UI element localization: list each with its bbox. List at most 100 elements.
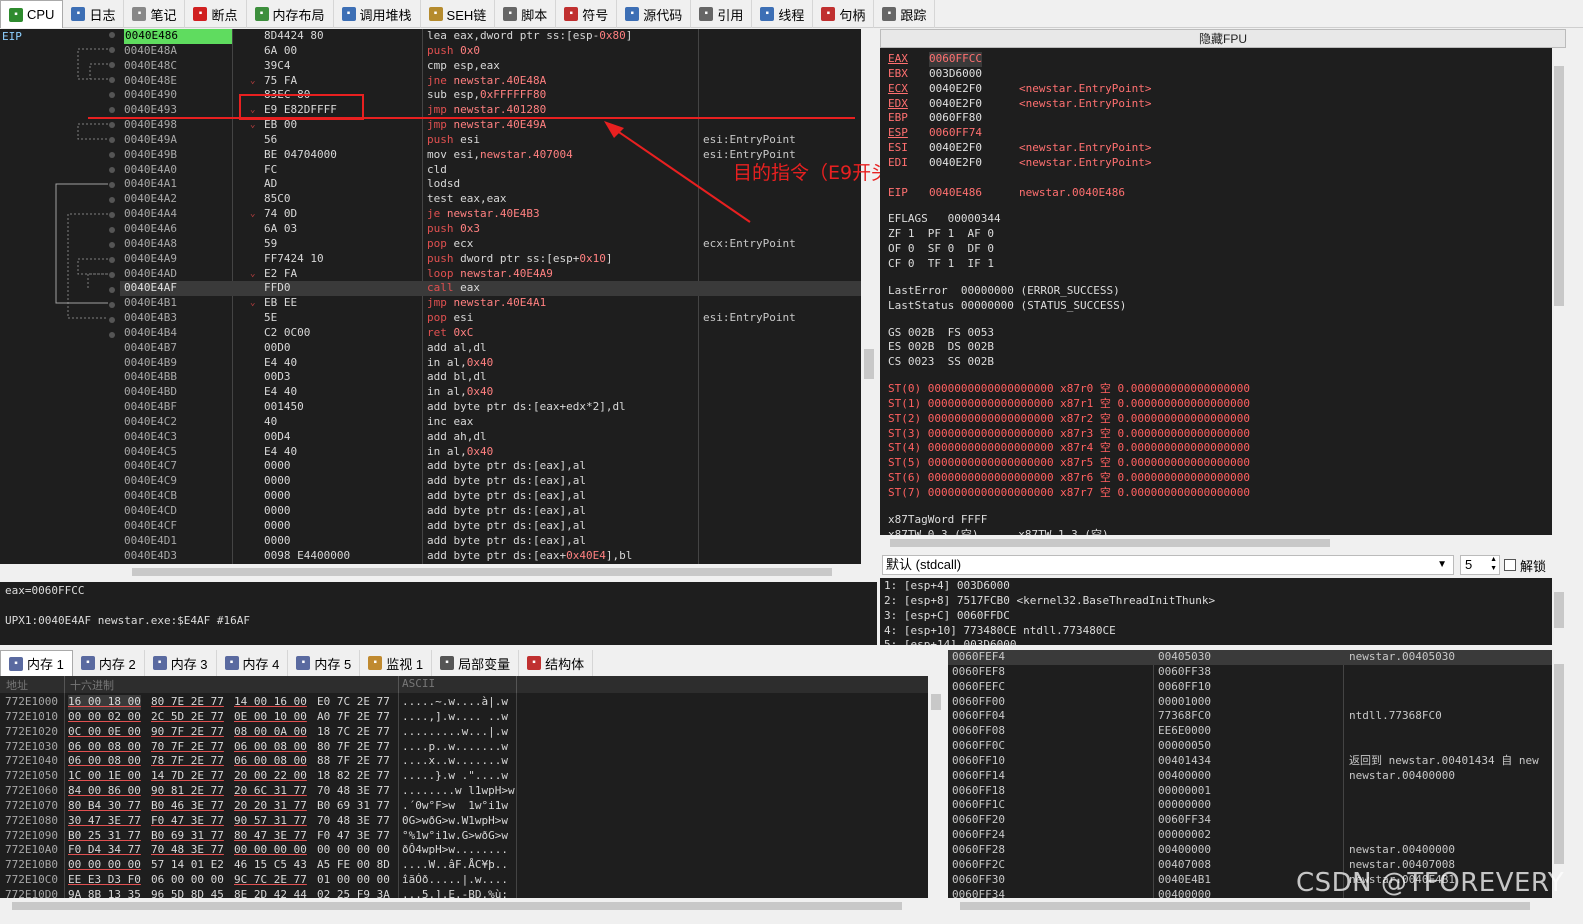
stack-row[interactable]: 0060FF24 00000002 xyxy=(948,828,1552,843)
fpu-st-row[interactable]: ST(5) 0000000000000000000 x87r5 空 0.0000… xyxy=(888,456,1552,471)
stack-row[interactable]: 0060FEF8 0060FF38 xyxy=(948,665,1552,680)
stack-row[interactable]: 0060FF18 00000001 xyxy=(948,784,1552,799)
disasm-row[interactable]: 0040E4A2 85C0 test eax,eax xyxy=(120,192,861,207)
dump-row[interactable]: 772E1080 30 47 3E 77 F0 47 3E 77 90 57 31 7… xyxy=(0,814,928,829)
register-row[interactable]: EAX 0060FFCC xyxy=(888,52,1552,67)
dump-row[interactable]: 772E1070 80 B4 30 77 B0 46 3E 77 20 20 31 7… xyxy=(0,799,928,814)
disasm-row[interactable]: 0040E4BD E4 40 in al,0x40 xyxy=(120,385,861,400)
segment-row[interactable]: CS 0023 SS 002B xyxy=(888,355,1552,370)
dump-row[interactable]: 772E1060 84 00 86 00 90 81 2E 77 20 6C 31 7… xyxy=(0,784,928,799)
disasm-row[interactable]: 0040E4AF FFD0 call eax xyxy=(120,281,861,297)
callconv-select[interactable]: 默认 (stdcall) ▼ xyxy=(882,555,1454,575)
mem-tab-6[interactable]: ▪ 局部变量 xyxy=(432,650,520,676)
fpu-st-row[interactable]: ST(2) 0000000000000000000 x87r2 空 0.0000… xyxy=(888,412,1552,427)
dump-row[interactable]: 772E1040 06 00 08 00 78 7F 2E 77 06 00 08 0… xyxy=(0,754,928,769)
disasm-row[interactable]: 0040E48A 6A 00 push 0x0 xyxy=(120,44,861,59)
stack-row[interactable]: 0060FF04 77368FC0 ntdll.77368FC0 xyxy=(948,709,1552,724)
tagword-row[interactable]: x87TagWord FFFF xyxy=(888,513,1552,528)
mem-tab-1[interactable]: ▪ 内存 2 xyxy=(73,650,145,676)
arg-count-spinner[interactable]: 5 ▲ ▼ xyxy=(1460,555,1500,575)
argument-row[interactable]: 5: [esp+14] 003D6000 xyxy=(884,638,1552,645)
disasm-row[interactable]: 0040E4B9 E4 40 in al,0x40 xyxy=(120,356,861,371)
disasm-row[interactable]: 0040E4C3 00D4 add ah,dl xyxy=(120,430,861,445)
disasm-hscrollbar[interactable] xyxy=(120,564,861,580)
dump-row[interactable]: 772E1020 0C 00 0E 00 90 7F 2E 77 08 00 0A 0… xyxy=(0,725,928,740)
disasm-row[interactable]: 0040E4D1 0000 add byte ptr ds:[eax],al xyxy=(120,534,861,549)
disasm-row[interactable]: 0040E498 EB 00 jmp newstar.40E49A ⌄ xyxy=(120,118,861,133)
disasm-row[interactable]: 0040E4A6 6A 03 push 0x3 xyxy=(120,222,861,237)
argument-row[interactable]: 2: [esp+8] 7517FCB0 <kernel32.BaseThread… xyxy=(884,594,1552,609)
dump-row[interactable]: 772E1010 00 00 02 00 2C 5D 2E 77 0E 00 10 0… xyxy=(0,710,928,725)
disasm-row[interactable]: 0040E48E 75 FA jne newstar.40E48A ⌄ xyxy=(120,74,861,89)
spinner-arrows-icon[interactable]: ▲ ▼ xyxy=(1490,555,1497,573)
mem-tab-5[interactable]: ▪ 监视 1 xyxy=(360,650,433,676)
mem-tab-2[interactable]: ▪ 内存 3 xyxy=(145,650,217,676)
flags-row[interactable]: ZF 1 PF 1 AF 0 xyxy=(888,227,1552,242)
disasm-row[interactable]: 0040E486 8D4424 80 lea eax,dword ptr ss:[e… xyxy=(120,29,861,44)
dump-row[interactable]: 772E10C0 EE E3 D3 F0 06 00 00 00 9C 7C 2E 7… xyxy=(0,873,928,888)
tab-2[interactable]: ▪ 笔记 xyxy=(124,0,186,28)
disasm-row[interactable]: 0040E48C 39C4 cmp esp,eax xyxy=(120,59,861,74)
flags-row[interactable]: CF 0 TF 1 IF 1 xyxy=(888,257,1552,272)
stack-row[interactable]: 0060FEFC 0060FF10 xyxy=(948,680,1552,695)
register-row[interactable]: EDX 0040E2F0 <newstar.EntryPoint> xyxy=(888,97,1552,112)
tab-7[interactable]: ▪ 脚本 xyxy=(495,0,557,28)
disasm-row[interactable]: 0040E4BB 00D3 add bl,dl xyxy=(120,370,861,385)
disasm-row[interactable]: 0040E490 83EC 80 sub esp,0xFFFFFF80 xyxy=(120,88,861,103)
disasm-row[interactable]: 0040E4CF 0000 add byte ptr ds:[eax],al xyxy=(120,519,861,534)
disassembly-view[interactable]: 0040E486 8D4424 80 lea eax,dword ptr ss:[e… xyxy=(120,29,861,564)
disasm-row[interactable]: 0040E4A9 FF7424 10 push dword ptr ss:[esp+… xyxy=(120,252,861,267)
disasm-row[interactable]: 0040E4A8 59 pop ecx ecx:EntryPoint xyxy=(120,237,861,252)
tab-9[interactable]: ▪ 源代码 xyxy=(617,0,692,28)
disasm-row[interactable]: 0040E4C9 0000 add byte ptr ds:[eax],al xyxy=(120,474,861,489)
stack-hscrollbar[interactable] xyxy=(948,898,1552,914)
stack-row[interactable]: 0060FEF4 00405030 newstar.00405030 xyxy=(948,650,1552,665)
disasm-row[interactable]: 0040E4B4 C2 0C00 ret 0xC xyxy=(120,326,861,341)
fpu-st-row[interactable]: ST(7) 0000000000000000000 x87r7 空 0.0000… xyxy=(888,486,1552,501)
regs-vscrollbar[interactable] xyxy=(1552,48,1566,535)
disasm-row[interactable]: 0040E4B3 5E pop esi esi:EntryPoint xyxy=(120,311,861,326)
arguments-view[interactable]: 1: [esp+4] 003D6000 2: [esp+8] 7517FCB0 <… xyxy=(880,578,1552,645)
register-row[interactable]: ESP 0060FF74 xyxy=(888,126,1552,141)
register-row[interactable]: EDI 0040E2F0 <newstar.EntryPoint> xyxy=(888,156,1552,171)
fpu-st-row[interactable]: ST(3) 0000000000000000000 x87r3 空 0.0000… xyxy=(888,427,1552,442)
mem-tab-0[interactable]: ▪ 内存 1 xyxy=(0,650,73,676)
disasm-vscrollbar[interactable] xyxy=(861,29,877,564)
tagword-detail-row[interactable]: x87TW_0 3 (空) x87TW_1 3 (空) xyxy=(888,528,1552,535)
tab-6[interactable]: ▪ SEH链 xyxy=(421,0,496,28)
mem-tab-7[interactable]: ▪ 结构体 xyxy=(519,650,594,676)
disasm-row[interactable]: 0040E4CB 0000 add byte ptr ds:[eax],al xyxy=(120,489,861,504)
register-row[interactable]: EIP 0040E486 newstar.0040E486 xyxy=(888,186,1552,201)
stack-row[interactable]: 0060FF00 00001000 xyxy=(948,695,1552,710)
regs-header[interactable]: 隐藏FPU xyxy=(880,29,1566,48)
fpu-st-row[interactable]: ST(0) 0000000000000000000 x87r0 空 0.0000… xyxy=(888,382,1552,397)
register-row[interactable] xyxy=(888,171,1552,186)
dump-row[interactable]: 772E1030 06 00 08 00 70 7F 2E 77 06 00 08 0… xyxy=(0,740,928,755)
dump-row[interactable]: 772E1000 16 00 18 00 80 7E 2E 77 14 00 16 0… xyxy=(0,695,928,710)
tab-1[interactable]: ▪ 日志 xyxy=(63,0,125,28)
disasm-row[interactable]: 0040E493 E9 E82DFFFF jmp newstar.401280 ⌄ xyxy=(120,103,861,118)
tab-8[interactable]: ▪ 符号 xyxy=(556,0,618,28)
mem-tab-4[interactable]: ▪ 内存 5 xyxy=(288,650,361,676)
tab-0[interactable]: ▪ CPU xyxy=(0,0,64,28)
stack-view[interactable]: 0060FEF4 00405030 newstar.00405030 0060FEF8… xyxy=(948,650,1552,898)
argument-row[interactable]: 4: [esp+10] 773480CE ntdll.773480CE xyxy=(884,624,1552,639)
disasm-row[interactable]: 0040E4D3 0098 E4400000 add byte ptr ds:[ea… xyxy=(120,549,861,564)
tab-4[interactable]: ▪ 内存布局 xyxy=(247,0,334,28)
tab-10[interactable]: ▪ 引用 xyxy=(691,0,753,28)
stack-row[interactable]: 0060FF10 00401434 返回到 newstar.00401434 自 n… xyxy=(948,754,1552,769)
dump-row[interactable]: 772E1090 B0 25 31 77 B0 69 31 77 80 47 3E 7… xyxy=(0,829,928,844)
mem-tab-3[interactable]: ▪ 内存 4 xyxy=(217,650,289,676)
disasm-row[interactable]: 0040E4AD E2 FA loop newstar.40E4A9 ⌄ xyxy=(120,267,861,282)
register-row[interactable]: ESI 0040E2F0 <newstar.EntryPoint> xyxy=(888,141,1552,156)
regs-hscrollbar[interactable] xyxy=(880,535,1552,551)
disasm-row[interactable]: 0040E4A4 74 0D je newstar.40E4B3 ⌄ xyxy=(120,207,861,222)
disasm-row[interactable]: 0040E4C5 E4 40 in al,0x40 xyxy=(120,445,861,460)
argument-row[interactable]: 3: [esp+C] 0060FFDC xyxy=(884,609,1552,624)
dump-row[interactable]: 772E10D0 9A 8B 13 35 96 5D 8D 45 8E 2D 42 4… xyxy=(0,888,928,898)
unlock-checkbox[interactable] xyxy=(1504,559,1516,571)
stack-row[interactable]: 0060FF1C 00000000 xyxy=(948,798,1552,813)
disasm-row[interactable]: 0040E49A 56 push esi esi:EntryPoint xyxy=(120,133,861,148)
tab-11[interactable]: ▪ 线程 xyxy=(752,0,814,28)
tab-12[interactable]: ▪ 句柄 xyxy=(813,0,875,28)
